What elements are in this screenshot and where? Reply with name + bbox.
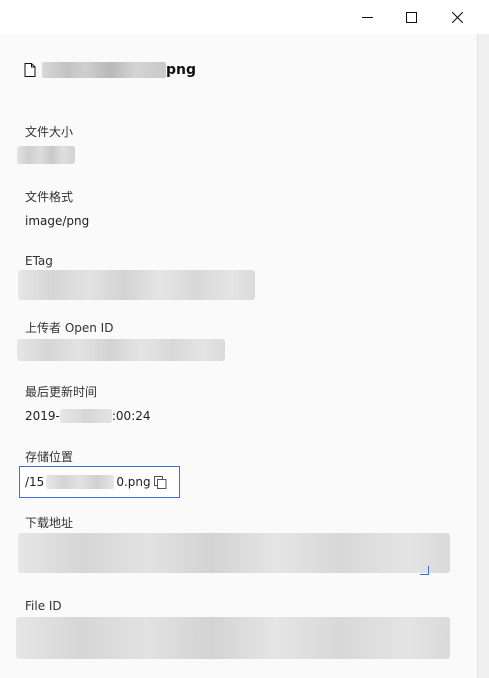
- file-name-suffix: png: [166, 62, 197, 78]
- uploader-value-redacted: [17, 339, 225, 361]
- file-format-value: image/png: [25, 214, 90, 228]
- file-format-label: 文件格式: [25, 190, 74, 204]
- updated-redacted: [59, 409, 112, 423]
- download-value-redacted[interactable]: [18, 533, 450, 573]
- storage-prefix: /15: [25, 475, 45, 489]
- file-name: png: [42, 62, 196, 78]
- file-detail-panel: png 文件大小 文件格式 image/png ETag 上传者 Open ID…: [0, 34, 478, 678]
- maximize-button[interactable]: [388, 0, 434, 34]
- copy-icon[interactable]: [153, 475, 167, 489]
- file-size-label: 文件大小: [25, 125, 74, 139]
- etag-value-redacted: [18, 270, 255, 300]
- download-field-corner: [420, 566, 429, 575]
- scrollbar-track[interactable]: [478, 34, 489, 678]
- storage-label: 存储位置: [25, 450, 74, 464]
- download-label: 下载地址: [25, 516, 74, 530]
- file-size-value-redacted: [17, 146, 75, 164]
- close-icon: [451, 11, 463, 23]
- storage-suffix: 0.png: [116, 475, 151, 489]
- minimize-button[interactable]: [344, 0, 390, 34]
- updated-label: 最后更新时间: [25, 385, 98, 399]
- close-button[interactable]: [434, 0, 480, 34]
- fileid-label: File ID: [25, 599, 62, 613]
- updated-value: 2019- :00:24: [25, 409, 151, 423]
- uploader-label: 上传者 Open ID: [25, 321, 114, 335]
- file-icon: [24, 63, 36, 77]
- maximize-icon: [405, 11, 417, 23]
- minimize-icon: [361, 16, 373, 18]
- storage-location-field[interactable]: /15 0.png: [19, 466, 180, 498]
- file-name-redacted: [42, 62, 166, 78]
- window-titlebar: [0, 0, 489, 35]
- updated-suffix: :00:24: [111, 409, 151, 423]
- storage-redacted: [46, 475, 115, 489]
- file-title: png: [24, 61, 196, 79]
- etag-label: ETag: [25, 254, 53, 268]
- fileid-value-redacted: [16, 617, 450, 659]
- updated-prefix: 2019-: [25, 409, 60, 423]
